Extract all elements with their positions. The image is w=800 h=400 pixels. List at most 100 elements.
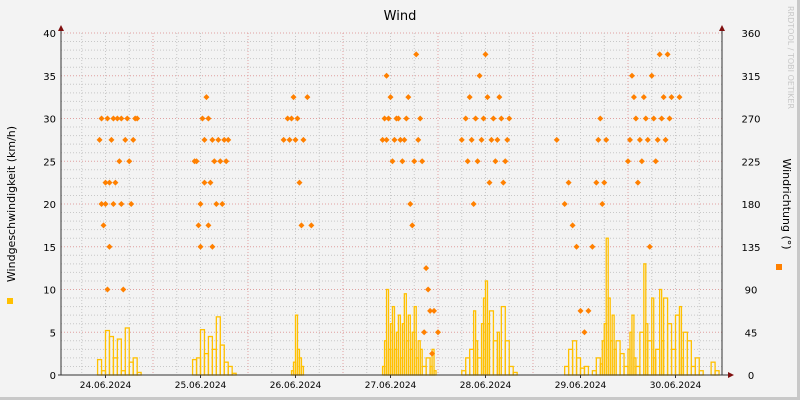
direction-point — [102, 201, 109, 207]
direction-point — [195, 222, 202, 229]
direction-point — [280, 136, 287, 143]
direction-point — [634, 179, 641, 186]
x-tick-label: 29.06.2024 — [555, 381, 607, 391]
direction-point — [502, 158, 509, 165]
direction-point — [660, 94, 667, 101]
direction-point — [654, 136, 661, 143]
right-tick-label: 90 — [745, 286, 758, 297]
direction-point — [308, 222, 315, 229]
direction-point — [498, 115, 505, 122]
direction-point — [96, 136, 103, 143]
direction-point — [108, 136, 115, 143]
direction-point — [628, 72, 635, 79]
direction-point — [296, 179, 303, 186]
wind-chart: 0 5 10 15 20 25 30 35 40 0 45 90 135 180 225 270 315 360 2… — [5, 6, 795, 391]
direction-point — [581, 329, 588, 336]
direction-point — [118, 201, 125, 207]
direction-point — [112, 179, 119, 186]
right-tick-label: 315 — [741, 72, 760, 83]
direction-point — [209, 136, 216, 143]
direction-point — [116, 158, 123, 165]
direction-point — [211, 158, 218, 165]
direction-point — [478, 136, 485, 143]
direction-point — [658, 115, 665, 122]
left-tick-label: 25 — [43, 157, 56, 168]
direction-point — [474, 158, 481, 165]
left-tick-label: 20 — [43, 200, 56, 211]
right-tick-label: 135 — [741, 243, 760, 254]
direction-point — [201, 179, 208, 186]
x-tick-label: 27.06.2024 — [365, 381, 417, 391]
direction-point — [288, 115, 295, 122]
right-tick-label: 225 — [741, 157, 760, 168]
direction-point — [638, 158, 645, 165]
direction-point — [421, 329, 428, 336]
direction-point — [106, 243, 113, 250]
direction-point — [565, 179, 572, 186]
direction-point — [203, 94, 210, 101]
speed-step — [433, 370, 437, 376]
direction-point — [494, 136, 501, 143]
direction-point — [286, 136, 293, 143]
direction-point — [126, 158, 133, 165]
direction-point — [213, 201, 220, 207]
direction-point — [630, 94, 637, 101]
direction-point — [676, 94, 683, 101]
speed-step — [116, 338, 122, 376]
direction-point — [464, 158, 471, 165]
direction-point — [106, 179, 113, 186]
direction-point — [664, 51, 671, 58]
direction-point — [458, 136, 465, 143]
direction-point — [110, 201, 117, 207]
left-tick-label: 35 — [43, 72, 56, 83]
right-tick-label: 360 — [741, 29, 760, 40]
direction-point — [569, 222, 576, 229]
direction-point — [601, 179, 608, 186]
direction-point — [387, 94, 394, 101]
direction-point — [225, 136, 232, 143]
direction-point — [656, 51, 663, 58]
direction-point — [292, 136, 299, 143]
speed-step — [300, 365, 305, 376]
right-axis-arrow-icon — [719, 25, 725, 31]
direction-point — [100, 222, 107, 229]
direction-point — [585, 307, 592, 314]
direction-point — [425, 286, 432, 293]
direction-point — [201, 136, 208, 143]
direction-point — [597, 115, 604, 122]
legend-speed-swatch — [7, 298, 13, 304]
direction-point — [652, 158, 659, 165]
direction-point — [482, 51, 489, 58]
speed-step — [583, 365, 590, 376]
left-axis-arrow-icon — [58, 25, 64, 31]
direction-point — [120, 286, 127, 293]
left-tick-label: 30 — [43, 115, 56, 126]
left-tick-label: 0 — [50, 371, 56, 382]
x-tick-label: 28.06.2024 — [460, 381, 512, 391]
direction-point — [476, 72, 483, 79]
left-axis-label: Windgeschwindigkeit (km/h) — [5, 126, 18, 282]
x-axis-arrow-icon — [728, 372, 734, 378]
direction-point — [577, 307, 584, 314]
direction-point — [500, 179, 507, 186]
direction-point — [300, 136, 307, 143]
direction-point — [496, 94, 503, 101]
direction-point — [205, 115, 212, 122]
watermark: RRDTOOL / TOBI OETIKER — [786, 6, 795, 109]
direction-point — [118, 115, 125, 122]
direction-point — [625, 158, 631, 165]
direction-point — [122, 136, 129, 143]
direction-point — [298, 222, 305, 229]
speed-step — [714, 370, 720, 376]
right-tick-label: 180 — [741, 200, 760, 211]
direction-point — [636, 136, 643, 143]
direction-point — [399, 158, 406, 165]
direction-point — [593, 179, 600, 186]
right-tick-label: 270 — [741, 115, 760, 126]
direction-point — [217, 158, 224, 165]
speed-step — [698, 370, 704, 376]
direction-point — [488, 136, 495, 143]
direction-point — [492, 158, 499, 165]
direction-point — [589, 243, 596, 250]
direction-point — [506, 115, 513, 122]
